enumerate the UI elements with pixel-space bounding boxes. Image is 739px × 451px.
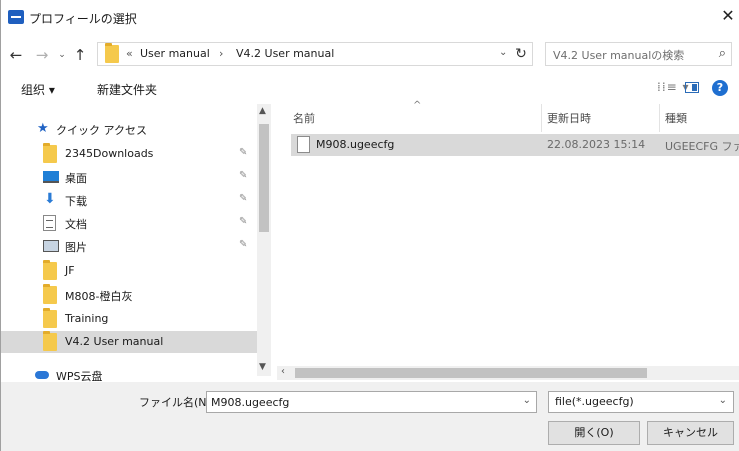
breadcrumb-overflow-icon[interactable]: « xyxy=(126,47,133,60)
scroll-down-icon[interactable]: ▼ xyxy=(259,362,266,372)
pin-icon[interactable]: ✎ xyxy=(239,216,247,227)
sidebar-item-label: JF xyxy=(65,264,75,277)
sidebar-item-m808[interactable]: M808-橙白灰 xyxy=(1,284,257,306)
toolbar: 组织 ▾ 新建文件夹 ⁞⁞≡ ▾ ? xyxy=(1,76,739,104)
file-open-dialog: プロフィールの選択 ✕ ← → ⌄ ↑ « User manual › V4.2… xyxy=(0,0,739,451)
breadcrumb-user-manual[interactable]: User manual xyxy=(140,47,210,60)
file-name: M908.ugeecfg xyxy=(316,138,395,151)
open-button[interactable]: 開く(O) xyxy=(548,421,640,445)
app-icon xyxy=(8,10,24,24)
scrollbar-thumb[interactable] xyxy=(295,368,647,378)
file-icon xyxy=(297,136,310,153)
sidebar-item-label: 桌面 xyxy=(65,172,87,185)
filename-combobox[interactable]: ⌄ xyxy=(206,391,537,413)
sidebar-item-label: Training xyxy=(65,312,109,325)
search-box[interactable]: V4.2 User manualの検索 ⌕ xyxy=(545,42,732,66)
folder-icon xyxy=(43,143,57,163)
file-type: UGEECFG ファイル xyxy=(665,140,739,153)
chevron-down-icon[interactable]: ⌄ xyxy=(719,395,727,406)
sidebar-item-label: V4.2 User manual xyxy=(65,335,164,348)
window-title: プロフィールの選択 xyxy=(29,12,137,26)
recent-locations-icon[interactable]: ⌄ xyxy=(53,46,71,64)
column-header-type[interactable]: 種類 xyxy=(665,110,687,126)
sidebar-item-wps-cloud[interactable]: WPS云盘 xyxy=(1,364,257,382)
preview-pane-icon[interactable] xyxy=(685,82,699,93)
forward-arrow-icon[interactable]: → xyxy=(33,46,51,64)
dialog-footer: ファイル名(N): ⌄ file(*.ugeecfg) ⌄ 開く(O) キャンセ… xyxy=(1,382,739,451)
download-icon: ⬇ xyxy=(44,191,56,207)
star-icon: ★ xyxy=(37,121,49,136)
sort-ascending-icon: ^ xyxy=(413,100,422,111)
column-divider[interactable] xyxy=(541,104,542,132)
new-folder-button[interactable]: 新建文件夹 xyxy=(97,81,157,98)
sidebar-item-jf[interactable]: JF xyxy=(1,260,257,282)
sidebar-item-label: WPS云盘 xyxy=(56,370,103,382)
navigation-scrollbar[interactable]: ▲ ▼ xyxy=(257,104,271,376)
up-arrow-icon[interactable]: ↑ xyxy=(71,46,89,64)
breadcrumb-v42-user-manual[interactable]: V4.2 User manual xyxy=(236,47,334,60)
pin-icon[interactable]: ✎ xyxy=(239,239,247,250)
sidebar-item-label: M808-橙白灰 xyxy=(65,290,133,303)
refresh-icon[interactable]: ↻ xyxy=(512,44,530,64)
document-icon xyxy=(43,215,56,231)
close-icon[interactable]: ✕ xyxy=(716,0,739,32)
pictures-icon xyxy=(43,240,59,252)
column-divider[interactable] xyxy=(659,104,660,132)
help-icon[interactable]: ? xyxy=(712,80,728,96)
scroll-up-icon[interactable]: ▲ xyxy=(259,106,266,116)
folder-icon xyxy=(43,260,57,280)
scrollbar-thumb[interactable] xyxy=(259,124,269,232)
chevron-down-icon[interactable]: ⌄ xyxy=(523,395,531,406)
filename-label: ファイル名(N): xyxy=(139,396,215,409)
sidebar-item-quick-access[interactable]: ★ クイック アクセス xyxy=(1,118,257,140)
title-bar: プロフィールの選択 ✕ xyxy=(1,0,739,36)
pin-icon[interactable]: ✎ xyxy=(239,193,247,204)
pin-icon[interactable]: ✎ xyxy=(239,170,247,181)
file-type-filter-value: file(*.ugeecfg) xyxy=(555,395,634,408)
breadcrumb-separator-icon[interactable]: › xyxy=(219,47,223,60)
navigation-pane: ★ クイック アクセス 2345Downloads ✎ 桌面 ✎ ⬇ 下载 ✎ … xyxy=(1,104,271,382)
sidebar-item-label: クイック アクセス xyxy=(56,124,147,137)
table-row[interactable]: M908.ugeecfg 22.08.2023 15:14 UGEECFG ファ… xyxy=(291,134,739,156)
file-list-horizontal-scrollbar[interactable]: ‹ xyxy=(277,366,739,380)
column-header-date[interactable]: 更新日時 xyxy=(547,110,591,126)
sidebar-item-label: 图片 xyxy=(65,241,87,254)
cloud-icon xyxy=(35,371,49,379)
sidebar-item-v42-user-manual[interactable]: V4.2 User manual xyxy=(1,331,257,353)
folder-icon xyxy=(43,308,57,328)
sidebar-item-label: 下载 xyxy=(65,195,87,208)
scroll-left-icon[interactable]: ‹ xyxy=(281,366,285,377)
sidebar-item-pictures[interactable]: 图片 ✎ xyxy=(1,235,257,257)
sidebar-item-downloads[interactable]: ⬇ 下载 ✎ xyxy=(1,189,257,211)
folder-icon xyxy=(105,43,119,63)
sidebar-item-label: 文档 xyxy=(65,218,87,231)
folder-icon xyxy=(43,331,57,351)
sidebar-item-training[interactable]: Training xyxy=(1,308,257,330)
file-list: 名前 ^ 更新日時 種類 M908.ugeecfg 22.08.2023 15:… xyxy=(277,100,739,382)
desktop-icon xyxy=(43,171,59,183)
sidebar-item-desktop[interactable]: 桌面 ✎ xyxy=(1,166,257,188)
sidebar-item-label: 2345Downloads xyxy=(65,147,154,160)
file-type-filter[interactable]: file(*.ugeecfg) ⌄ xyxy=(548,391,734,413)
sidebar-item-2345downloads[interactable]: 2345Downloads ✎ xyxy=(1,143,257,165)
column-header-name[interactable]: 名前 xyxy=(293,110,315,126)
organize-button[interactable]: 组织 ▾ xyxy=(21,81,55,98)
search-placeholder: V4.2 User manualの検索 xyxy=(553,49,685,62)
address-dropdown-icon[interactable]: ⌄ xyxy=(499,47,507,58)
pin-icon[interactable]: ✎ xyxy=(239,147,247,158)
folder-icon xyxy=(43,284,57,304)
sidebar-item-documents[interactable]: 文档 ✎ xyxy=(1,212,257,234)
filename-field[interactable] xyxy=(207,392,507,412)
cancel-button[interactable]: キャンセル xyxy=(647,421,734,445)
back-arrow-icon[interactable]: ← xyxy=(7,46,25,64)
address-bar[interactable]: « User manual › V4.2 User manual ⌄ ↻ xyxy=(97,42,533,66)
search-icon[interactable]: ⌕ xyxy=(719,46,726,61)
file-date: 22.08.2023 15:14 xyxy=(547,138,646,151)
